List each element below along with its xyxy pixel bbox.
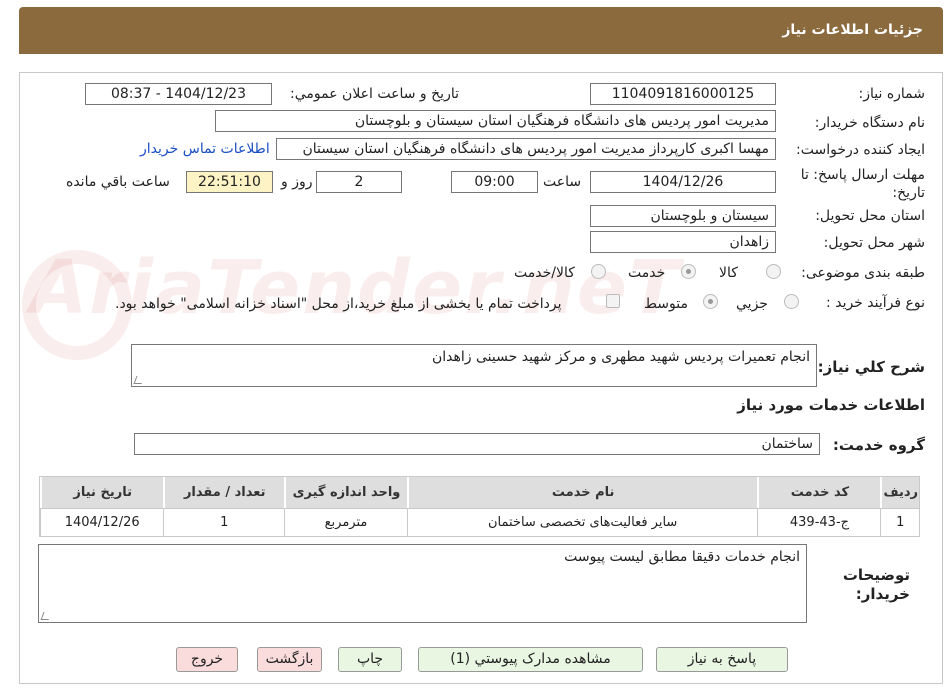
payment-note: پرداخت تمام یا بخشی از مبلغ خرید،از محل … (115, 296, 562, 312)
summary-textarea: انجام تعمیرات پردیس شهید مطهری و مرکز شه… (131, 344, 817, 387)
process-label: نوع فرآیند خرید : (826, 295, 925, 311)
requester-label: ایجاد کننده درخواست: (796, 142, 925, 158)
requester-field: مهسا اکبری کارپرداز مدیریت امور پردیس ها… (276, 138, 776, 160)
category-service-label: خدمت (628, 265, 666, 281)
print-button[interactable]: چاپ (338, 647, 402, 672)
announce-datetime-field: 1404/12/23 - 08:37 (85, 83, 272, 105)
col-name-header: نام خدمت (406, 477, 758, 508)
province-field: سیستان و بلوچستان (590, 205, 776, 227)
remaining-time-field: 22:51:10 (186, 171, 273, 193)
view-attachments-button[interactable]: مشاهده مدارک پیوستي (1) (418, 647, 643, 672)
remaining-label: ساعت باقي مانده (66, 174, 170, 190)
back-button[interactable]: بازگشت (257, 647, 322, 672)
col-date-header: تاریخ نیاز (40, 477, 164, 508)
buyer-notes-label-2: خریدار: (855, 585, 910, 603)
days-remaining-field: 2 (316, 171, 402, 193)
reply-button[interactable]: پاسخ به نیاز (656, 647, 788, 672)
service-group-label: گروه خدمت: (832, 436, 925, 454)
announce-label: تاریخ و ساعت اعلان عمومي: (290, 86, 459, 102)
page-header: جزئیات اطلاعات نیاز (19, 7, 943, 54)
row-number-cell: 1 (880, 508, 919, 536)
exit-button[interactable]: خروج (176, 647, 238, 672)
resize-handle-icon[interactable] (40, 612, 52, 620)
city-field: زاهدان (590, 231, 776, 253)
services-section-title: اطلاعات خدمات مورد نیاز (737, 396, 925, 414)
treasury-payment-checkbox[interactable] (606, 294, 620, 308)
need-number-field: 1104091816000125 (590, 83, 776, 105)
col-qty-header: تعداد / مقدار (163, 477, 285, 508)
deadline-time-field: 09:00 (451, 171, 538, 193)
table-row: 1 ج-43-439 سایر فعالیت‌های تخصصی ساختمان… (40, 508, 919, 536)
buyer-org-field: مدیریت امور پردیس های دانشگاه فرهنگیان ا… (215, 110, 776, 132)
watermark: AriaTender.neT (30, 245, 682, 331)
table-header-row: ردیف کد خدمت نام خدمت واحد اندازه گیری ت… (40, 477, 919, 508)
process-minor-radio[interactable] (784, 294, 799, 309)
quantity-cell: 1 (163, 508, 285, 536)
service-code-cell: ج-43-439 (757, 508, 881, 536)
process-medium-radio[interactable] (703, 294, 718, 309)
buyer-notes-text: انجام خدمات دقیقا مطابق لیست پیوست (564, 549, 800, 565)
service-name-cell: سایر فعالیت‌های تخصصی ساختمان (406, 508, 758, 536)
need-date-cell: 1404/12/26 (40, 508, 164, 536)
summary-label: شرح کلي نیاز: (817, 358, 925, 376)
services-table: ردیف کد خدمت نام خدمت واحد اندازه گیری ت… (39, 476, 920, 537)
category-service-radio[interactable] (681, 264, 696, 279)
category-goods-service-label: کالا/خدمت (514, 265, 575, 281)
city-label: شهر محل تحویل: (823, 235, 925, 251)
col-row-header: ردیف (880, 477, 919, 508)
need-number-label: شماره نیاز: (858, 86, 926, 102)
buyer-contact-link[interactable]: اطلاعات تماس خریدار (140, 141, 270, 157)
service-group-field: ساختمان (134, 433, 820, 455)
unit-cell: مترمربع (284, 508, 407, 536)
category-goods-radio[interactable] (766, 264, 781, 279)
summary-text: انجام تعمیرات پردیس شهید مطهری و مرکز شه… (432, 349, 810, 365)
days-label: روز و (281, 174, 313, 190)
process-minor-label: جزيي (736, 296, 768, 312)
buyer-org-label: نام دستگاه خریدار: (814, 115, 925, 131)
province-label: استان محل تحویل: (815, 208, 925, 224)
deadline-label-date: تاریخ: (892, 185, 925, 201)
col-unit-header: واحد اندازه گیری (284, 477, 407, 508)
category-goods-service-radio[interactable] (591, 264, 606, 279)
process-medium-label: متوسط (644, 296, 688, 312)
col-code-header: کد خدمت (757, 477, 881, 508)
category-goods-label: کالا (719, 265, 738, 281)
resize-handle-icon[interactable] (133, 376, 145, 384)
buyer-notes-textarea: انجام خدمات دقیقا مطابق لیست پیوست (38, 544, 807, 623)
deadline-label: مهلت ارسال پاسخ: تا (800, 167, 925, 183)
deadline-date-field: 1404/12/26 (590, 171, 776, 193)
buyer-notes-label: توضیحات (842, 566, 910, 584)
category-label: طبقه بندی موضوعی: (801, 265, 925, 281)
page-title: جزئیات اطلاعات نیاز (782, 22, 923, 38)
time-label: ساعت (543, 174, 582, 190)
